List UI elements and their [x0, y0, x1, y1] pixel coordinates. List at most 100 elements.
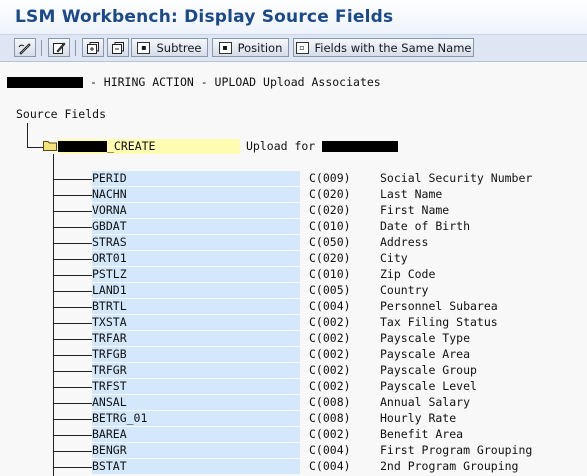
field-name[interactable]: STRAS [92, 235, 300, 250]
tree-field-row[interactable]: TRFST C(002) Payscale Level [0, 379, 587, 395]
field-name[interactable]: PERID [92, 171, 300, 186]
field-type: C(020) [309, 203, 351, 217]
field-type: C(010) [309, 267, 351, 281]
tree-field-row[interactable]: BAREA C(002) Benefit Area [0, 427, 587, 443]
tree-field-row[interactable]: BETRG_01 C(008) Hourly Rate [0, 411, 587, 427]
tree-connector [54, 323, 92, 324]
field-name[interactable]: TRFST [92, 379, 300, 394]
field-description: Personnel Subarea [380, 299, 498, 313]
folder-icon[interactable] [43, 140, 57, 151]
tree-connector [54, 195, 92, 196]
same-name-icon: ▫ [295, 41, 309, 54]
tree-field-row[interactable]: PSTLZ C(010) Zip Code [0, 267, 587, 283]
collapse-icon [112, 41, 124, 54]
field-description: Annual Salary [380, 395, 471, 409]
field-description: 2nd Program Grouping [380, 459, 519, 473]
tree-field-row[interactable]: TXSTA C(002) Tax Filing Status [0, 315, 587, 331]
field-type: C(002) [309, 331, 351, 345]
field-description: Address [380, 235, 429, 249]
field-name[interactable]: BSTAT [92, 459, 300, 474]
tree-field-row[interactable]: GBDAT C(010) Date of Birth [0, 219, 587, 235]
field-description: Benefit Area [380, 427, 464, 441]
tree-field-row[interactable]: ORT01 C(020) City [0, 251, 587, 267]
expand-button[interactable] [82, 38, 104, 57]
tree-field-row[interactable]: BTRTL C(004) Personnel Subarea [0, 299, 587, 315]
field-type: C(020) [309, 187, 351, 201]
tree-connector [54, 403, 92, 404]
field-name[interactable]: TRFGR [92, 363, 300, 378]
object-heading-text: - HIRING ACTION - UPLOAD Upload Associat… [89, 75, 381, 89]
tree-connector [54, 371, 92, 372]
tree-connector [54, 451, 92, 452]
expand-icon [87, 41, 99, 54]
field-name[interactable]: ORT01 [92, 251, 300, 266]
pencil-icon [53, 41, 66, 54]
tree-field-row[interactable]: BSTAT C(004) 2nd Program Grouping [0, 459, 587, 475]
tree-field-row[interactable]: STRAS C(050) Address [0, 235, 587, 251]
tree-field-row[interactable]: TRFGB C(002) Payscale Area [0, 347, 587, 363]
tree-field-row[interactable]: NACHN C(020) Last Name [0, 187, 587, 203]
tree-root-node[interactable]: _CREATE [58, 139, 240, 154]
field-name[interactable]: TXSTA [92, 315, 300, 330]
field-name[interactable]: GBDAT [92, 219, 300, 234]
field-type: C(002) [309, 379, 351, 393]
window-title: LSM Workbench: Display Source Fields [15, 7, 394, 27]
subtree-button[interactable]: ▪ Subtree [131, 38, 208, 57]
field-name[interactable]: TRFGB [92, 347, 300, 362]
tree-connector [54, 179, 92, 180]
field-description: Country [380, 283, 429, 297]
tree-field-row[interactable]: TRFGR C(002) Payscale Group [0, 363, 587, 379]
fields-same-name-button-label: Fields with the Same Name [314, 40, 472, 55]
field-type: C(008) [309, 395, 351, 409]
tree-connector [54, 355, 92, 356]
tree-connector [54, 435, 92, 436]
field-name[interactable]: PSTLZ [92, 267, 300, 282]
field-name[interactable]: TRFAR [92, 331, 300, 346]
tree-connector [54, 291, 92, 292]
field-type: C(005) [309, 283, 351, 297]
field-description: Social Security Number [380, 171, 533, 185]
tree-connector [54, 307, 92, 308]
field-description: Payscale Level [380, 379, 477, 393]
tree-connector [54, 211, 92, 212]
tree-connector [54, 387, 92, 388]
position-button-label: Position [237, 40, 283, 55]
field-name[interactable]: VORNA [92, 203, 300, 218]
field-description: Date of Birth [380, 219, 471, 233]
tree-connector [54, 243, 92, 244]
field-name[interactable]: BENGR [92, 443, 300, 458]
position-button[interactable]: ▪ Position [212, 38, 289, 57]
root-node-name-suffix: _CREATE [107, 139, 156, 153]
tree-field-row[interactable]: PERID C(009) Social Security Number [0, 171, 587, 187]
root-node-description: Upload for [246, 139, 399, 154]
tree-connector [54, 227, 92, 228]
field-name[interactable]: LAND1 [92, 283, 300, 298]
tree-connector [54, 259, 92, 260]
field-description: Payscale Group [380, 363, 477, 377]
field-name[interactable]: BAREA [92, 427, 300, 442]
redacted-block [58, 141, 107, 152]
field-name[interactable]: ANSAL [92, 395, 300, 410]
tree-field-row[interactable]: VORNA C(020) First Name [0, 203, 587, 219]
field-name[interactable]: NACHN [92, 187, 300, 202]
field-description: Tax Filing Status [380, 315, 498, 329]
tree-field-row[interactable]: ANSAL C(008) Annual Salary [0, 395, 587, 411]
edit-button[interactable] [14, 38, 36, 57]
field-type: C(050) [309, 235, 351, 249]
collapse-button[interactable] [107, 38, 129, 57]
field-type: C(009) [309, 171, 351, 185]
field-name[interactable]: BETRG_01 [92, 411, 300, 426]
field-name[interactable]: BTRTL [92, 299, 300, 314]
title-bar: LSM Workbench: Display Source Fields [0, 0, 587, 35]
change-button[interactable] [48, 38, 70, 57]
position-icon: ▪ [218, 41, 232, 54]
tree-field-row[interactable]: TRFAR C(002) Payscale Type [0, 331, 587, 347]
tree-field-row[interactable]: LAND1 C(005) Country [0, 283, 587, 299]
subtree-icon: ▪ [137, 41, 151, 54]
source-fields-label: Source Fields [16, 107, 107, 121]
fields-same-name-button[interactable]: ▫ Fields with the Same Name [293, 38, 474, 57]
tree-field-row[interactable]: BENGR C(004) First Program Grouping [0, 443, 587, 459]
field-description: Hourly Rate [380, 411, 457, 425]
field-type: C(004) [309, 443, 351, 457]
toolbar-separator [41, 40, 42, 56]
